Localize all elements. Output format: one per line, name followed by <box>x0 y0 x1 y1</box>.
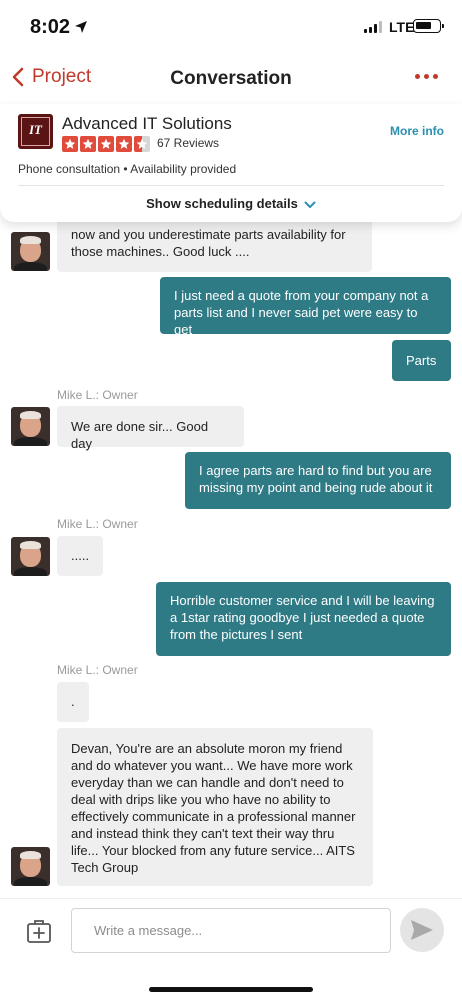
avatar <box>11 232 50 271</box>
service-summary: Phone consultation • Availability provid… <box>18 162 237 176</box>
star-half-icon <box>134 136 150 152</box>
avatar <box>11 537 50 576</box>
message-text: Devan, You're are an absolute moron my f… <box>71 741 356 875</box>
home-indicator <box>149 987 313 992</box>
business-name: Advanced IT Solutions <box>62 114 232 133</box>
message-input[interactable] <box>71 908 391 953</box>
avatar <box>11 847 50 886</box>
composer-divider <box>0 898 462 899</box>
message-incoming: Devan, You're are an absolute moron my f… <box>57 728 373 886</box>
sender-label: Mike L.: Owner <box>57 663 138 677</box>
business-logo: IT <box>18 114 53 149</box>
message-text: . <box>71 694 75 709</box>
send-icon <box>411 920 433 940</box>
message-text: Horrible customer service and I will be … <box>170 593 435 642</box>
star-icon <box>98 136 114 152</box>
logo-text: IT <box>29 122 42 137</box>
message-outgoing: Parts <box>392 340 451 381</box>
star-icon <box>62 136 78 152</box>
review-count[interactable]: 67 Reviews <box>157 136 219 150</box>
message-outgoing: I just need a quote from your company no… <box>160 277 451 337</box>
scheduling-label: Show scheduling details <box>146 196 298 211</box>
message-text: We are done sir... Good day <box>71 419 209 451</box>
message-text: Parts <box>406 353 437 368</box>
message-incoming: We are done sir... Good day <box>57 406 244 451</box>
sender-label: Mike L.: Owner <box>57 517 138 531</box>
sender-label: Mike L.: Owner <box>57 388 138 402</box>
message-outgoing: Horrible customer service and I will be … <box>156 582 451 656</box>
show-scheduling-button[interactable]: Show scheduling details <box>0 196 462 211</box>
message-incoming: . <box>57 682 89 722</box>
avatar <box>11 407 50 446</box>
message-text: I just need a quote from your company no… <box>174 288 429 337</box>
more-info-link[interactable]: More info <box>390 124 444 138</box>
attach-icon[interactable] <box>26 918 52 944</box>
business-card: IT Advanced IT Solutions 67 Reviews More… <box>0 104 462 222</box>
star-rating <box>62 136 150 152</box>
star-icon <box>116 136 132 152</box>
message-text: now and you underestimate parts availabi… <box>71 227 346 259</box>
message-text: I agree parts are hard to find but you a… <box>199 463 433 495</box>
star-icon <box>80 136 96 152</box>
divider <box>18 185 444 186</box>
message-outgoing: I agree parts are hard to find but you a… <box>185 452 451 509</box>
message-incoming: ..... <box>57 536 103 576</box>
chevron-down-icon <box>304 201 316 208</box>
send-button[interactable] <box>400 908 444 952</box>
message-text: ..... <box>71 548 90 563</box>
